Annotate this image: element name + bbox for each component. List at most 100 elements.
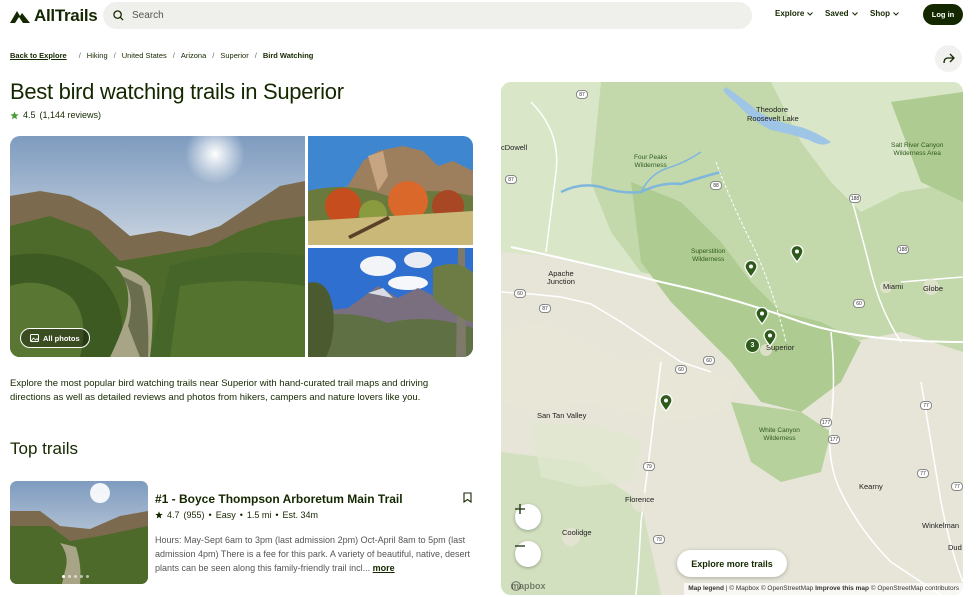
trail-pin-icon[interactable] — [659, 394, 673, 412]
trail-pin-icon[interactable] — [763, 329, 777, 347]
nav-saved-label: Saved — [825, 9, 849, 18]
star-icon — [155, 511, 163, 519]
map-label-dud: Dud — [948, 543, 962, 552]
map-label-superstition-line1: Superstition — [691, 248, 726, 255]
highway-shield: 79 — [653, 535, 665, 544]
page-description: Explore the most popular bird watching t… — [10, 378, 429, 403]
mapbox-icon — [511, 581, 521, 591]
breadcrumb-current: Bird Watching — [262, 51, 314, 60]
highway-shield: 77 — [951, 482, 963, 491]
alltrails-logo[interactable]: AllTrails — [10, 6, 98, 26]
review-count[interactable]: (1,144 reviews) — [40, 110, 102, 120]
breadcrumb-item-arizona[interactable]: Arizona — [181, 51, 206, 60]
search-input[interactable] — [132, 10, 632, 21]
highway-shield: 87 — [539, 304, 551, 313]
breadcrumb-item-superior[interactable]: Superior — [220, 51, 248, 60]
map-label-theodore: Theodore — [756, 105, 789, 114]
trail-card-photo[interactable] — [10, 481, 148, 584]
trail-description: Hours: May-Sept 6am to 3pm (last admissi… — [155, 533, 473, 575]
highway-shield: 87 — [576, 90, 588, 99]
map-label-florence: Florence — [625, 495, 655, 504]
login-button[interactable]: Log in — [923, 4, 963, 25]
trail-length: 1.5 mi — [246, 510, 272, 520]
attribution-osm[interactable]: © OpenStreetMap — [761, 585, 813, 592]
highway-shield: 60 — [853, 299, 865, 308]
trail-rating: 4.7 — [167, 510, 180, 520]
photo-gallery[interactable]: All photos — [10, 136, 473, 357]
nav-explore[interactable]: Explore — [775, 9, 814, 18]
map-label-four-peaks-line2: Wilderness — [634, 161, 667, 169]
top-nav-bar: AllTrails Explore Saved Shop Log in — [0, 0, 980, 31]
map-legend-link[interactable]: Map legend — [688, 585, 724, 592]
trail-pin-icon[interactable] — [790, 245, 804, 263]
nav-shop[interactable]: Shop — [870, 9, 899, 18]
map-label-winkelman: Winkelman — [922, 521, 960, 530]
main-photo[interactable]: All photos — [10, 136, 305, 357]
chevron-down-icon — [893, 11, 899, 16]
zoom-out-button[interactable] — [515, 541, 541, 567]
highway-shield: 87 — [505, 175, 517, 184]
highway-shield: 60 — [703, 356, 715, 365]
breadcrumb: Back to Explore / Hiking / United States… — [10, 51, 313, 60]
explore-more-trails-button[interactable]: Explore more trails — [677, 550, 787, 577]
all-photos-label: All photos — [43, 333, 80, 343]
highway-shield: 60 — [675, 365, 687, 374]
zoom-in-button[interactable] — [515, 504, 541, 530]
trail-pin-icon[interactable] — [744, 260, 758, 278]
breadcrumb-item-hiking[interactable]: Hiking — [87, 51, 108, 60]
map-label-white-canyon: White Canyon Wilderness — [759, 427, 800, 442]
star-icon — [10, 110, 19, 119]
back-to-explore-link[interactable]: Back to Explore — [10, 51, 67, 60]
carousel-dot[interactable] — [74, 575, 77, 578]
map-label-coolidge: Coolidge — [562, 528, 592, 537]
nav-saved[interactable]: Saved — [825, 9, 858, 18]
carousel-dot[interactable] — [80, 575, 83, 578]
chevron-down-icon — [807, 11, 814, 16]
search-bar[interactable] — [103, 2, 752, 29]
attribution-mapbox[interactable]: © Mapbox — [729, 585, 759, 592]
trail-cluster-marker[interactable]: 3 — [745, 338, 760, 353]
map-label-four-peaks-line1: Four Peaks — [634, 154, 668, 161]
map-label-salt-river: Salt River Canyon Wilderness Area — [891, 142, 943, 157]
save-trail-button[interactable] — [463, 490, 472, 508]
highway-shield: 79 — [643, 462, 655, 471]
attribution-osm-contributors[interactable]: © OpenStreetMap contributors — [871, 585, 959, 592]
top-trails-heading: Top trails — [10, 439, 79, 458]
bookmark-icon — [463, 492, 472, 504]
trail-difficulty: Easy — [215, 510, 236, 520]
map-label-miami: Miami — [883, 282, 903, 291]
more-link[interactable]: more — [373, 563, 395, 573]
meta-separator: • — [275, 510, 279, 520]
trail-name-link[interactable]: #1 - Boyce Thompson Arboretum Main Trail — [155, 492, 403, 506]
share-button[interactable] — [935, 45, 962, 72]
breadcrumb-separator: / — [78, 51, 81, 60]
mapbox-logo[interactable]: mapbox — [511, 581, 546, 591]
trail-map[interactable]: Theodore Roosevelt Lake cDowell Four Pea… — [501, 82, 963, 595]
breadcrumb-separator: / — [172, 51, 175, 60]
trail-pin-icon[interactable] — [755, 307, 769, 325]
breadcrumb-separator: / — [254, 51, 257, 60]
carousel-dot[interactable] — [68, 575, 71, 578]
map-label-salt-river-line1: Salt River Canyon — [891, 142, 944, 149]
map-attribution: Map legend | © Mapbox © OpenStreetMap Im… — [684, 583, 963, 595]
secondary-photo-top[interactable] — [308, 136, 473, 245]
mountain-logo-icon — [10, 11, 30, 23]
plus-icon — [515, 504, 525, 514]
highway-shield: 77 — [917, 469, 929, 478]
map-label-white-canyon-line1: White Canyon — [759, 427, 800, 434]
trail-duration: Est. 34m — [282, 510, 319, 520]
image-icon — [30, 334, 39, 342]
all-photos-button[interactable]: All photos — [20, 328, 90, 348]
breadcrumb-item-united-states[interactable]: United States — [122, 51, 167, 60]
secondary-photo-bottom[interactable] — [308, 248, 473, 357]
highway-shield: 188 — [897, 245, 909, 254]
carousel-dot[interactable] — [86, 575, 89, 578]
map-label-white-canyon-line2: Wilderness — [763, 434, 796, 442]
page-title: Best bird watching trails in Superior — [10, 79, 344, 104]
carousel-dots[interactable] — [62, 575, 89, 578]
trail-review-count: (955) — [183, 510, 205, 520]
map-label-apache-junction: Apache Junction — [547, 270, 575, 285]
carousel-dot[interactable] — [62, 575, 65, 578]
nav-shop-label: Shop — [870, 9, 890, 18]
improve-map-link[interactable]: Improve this map — [815, 585, 869, 592]
